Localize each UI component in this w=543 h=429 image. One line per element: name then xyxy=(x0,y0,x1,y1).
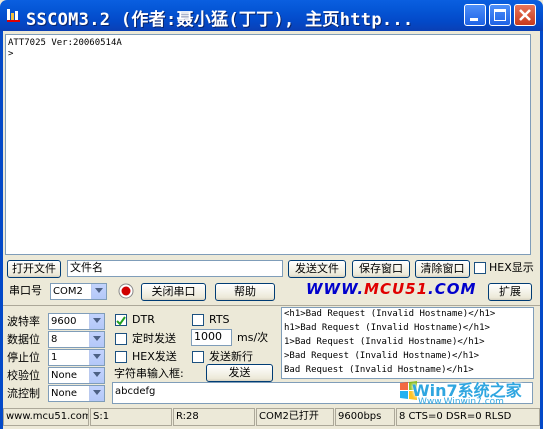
baud-select[interactable]: 9600 xyxy=(48,313,105,330)
interval-input[interactable]: 1000 xyxy=(191,329,232,346)
minimize-button[interactable] xyxy=(464,4,486,26)
response-line: <h1>Bad Request (Invalid Hostname)</h1> xyxy=(284,309,496,319)
flow-label: 流控制 xyxy=(7,387,40,400)
close-port-button[interactable]: 关闭串口 xyxy=(141,283,206,301)
flow-select[interactable]: None xyxy=(48,385,105,402)
help-button[interactable]: 帮助 xyxy=(215,283,275,301)
response-line: h1>Bad Request (Invalid Hostname)</h1> xyxy=(284,323,490,333)
send-button[interactable]: 发送 xyxy=(206,364,273,382)
hex-send-label: HEX发送 xyxy=(132,350,177,363)
chevron-down-icon xyxy=(89,368,104,383)
dtr-label: DTR xyxy=(132,313,155,326)
chevron-down-icon xyxy=(89,314,104,329)
response-line: Bad Request (Invalid Hostname)</h1> xyxy=(284,365,474,375)
interval-unit-label: ms/次 xyxy=(237,331,269,344)
status-bar: www.mcu51.com S:1 R:28 COM2已打开 9600bps 8… xyxy=(3,408,540,426)
response-line: 1>Bad Request (Invalid Hostname)</h1> xyxy=(284,337,485,347)
status-baud: 9600bps xyxy=(335,408,395,426)
expand-button[interactable]: 扩展 xyxy=(488,283,532,301)
send-file-button[interactable]: 发送文件 xyxy=(288,260,346,278)
filename-input[interactable]: 文件名 xyxy=(67,260,283,277)
response-list[interactable]: <h1>Bad Request (Invalid Hostname)</h1> … xyxy=(281,307,534,379)
status-sent-count: S:1 xyxy=(90,408,172,426)
input-label: 字符串输入框: xyxy=(114,367,184,380)
chevron-down-icon xyxy=(91,284,106,299)
clear-window-button[interactable]: 清除窗口 xyxy=(415,260,470,278)
port-value: COM2 xyxy=(53,286,83,297)
sscom-window: SSCOM3.2 (作者:聂小猛(丁丁), 主页http... ATT7025 … xyxy=(0,0,543,429)
baud-value: 9600 xyxy=(51,316,77,327)
rts-checkbox[interactable] xyxy=(192,314,204,326)
stopbits-label: 停止位 xyxy=(7,351,40,364)
stopbits-select[interactable]: 1 xyxy=(48,349,105,366)
stopbits-value: 1 xyxy=(51,352,58,363)
databits-label: 数据位 xyxy=(7,333,40,346)
status-port-state: COM2已打开 xyxy=(256,408,334,426)
receive-scrollbar[interactable] xyxy=(531,34,536,255)
receive-content: ATT7025 Ver:20060514A > xyxy=(8,38,122,60)
checkmark-icon xyxy=(116,316,126,326)
port-label: 串口号 xyxy=(9,284,42,297)
receive-textarea[interactable]: ATT7025 Ver:20060514A > xyxy=(5,34,531,255)
receive-line: ATT7025 Ver:20060514A xyxy=(8,38,122,48)
databits-select[interactable]: 8 xyxy=(48,331,105,348)
response-line: >Bad Request (Invalid Hostname)</h1> xyxy=(284,351,480,361)
receive-line: > xyxy=(8,49,14,59)
hex-display-checkbox[interactable] xyxy=(474,262,486,274)
send-newline-label: 发送新行 xyxy=(209,350,253,363)
save-window-button[interactable]: 保存窗口 xyxy=(352,260,410,278)
title-bar[interactable]: SSCOM3.2 (作者:聂小猛(丁丁), 主页http... xyxy=(0,0,543,31)
baud-label: 波特率 xyxy=(7,315,40,328)
databits-value: 8 xyxy=(51,334,58,345)
logo-part-red: MCU51 xyxy=(364,280,429,298)
timed-send-label: 定时发送 xyxy=(132,332,176,345)
flow-value: None xyxy=(51,388,78,399)
close-icon xyxy=(519,9,531,21)
dtr-checkbox[interactable] xyxy=(115,314,127,326)
port-select[interactable]: COM2 xyxy=(50,283,107,300)
mcu51-logo[interactable]: WWW.MCU51.COM xyxy=(306,280,476,298)
status-site[interactable]: www.mcu51.com xyxy=(3,408,89,426)
parity-value: None xyxy=(51,370,78,381)
hex-display-label: HEX显示 xyxy=(489,261,534,274)
send-newline-checkbox[interactable] xyxy=(192,351,204,363)
logo-part: WWW. xyxy=(306,280,365,298)
port-status-indicator-icon xyxy=(118,283,134,302)
window-title: SSCOM3.2 (作者:聂小猛(丁丁), 主页http... xyxy=(26,10,414,30)
parity-label: 校验位 xyxy=(7,369,40,382)
parity-select[interactable]: None xyxy=(48,367,105,384)
maximize-button[interactable] xyxy=(489,4,511,26)
maximize-icon xyxy=(494,9,506,21)
hex-send-checkbox[interactable] xyxy=(115,351,127,363)
minimize-icon xyxy=(470,18,478,21)
watermark-url: Www.Winwin7.com xyxy=(418,397,504,407)
chevron-down-icon xyxy=(89,386,104,401)
open-file-button[interactable]: 打开文件 xyxy=(7,260,61,278)
close-button[interactable] xyxy=(514,4,536,26)
app-icon xyxy=(6,7,22,23)
status-received-count: R:28 xyxy=(173,408,255,426)
chevron-down-icon xyxy=(89,350,104,365)
status-signals: 8 CTS=0 DSR=0 RLSD xyxy=(396,408,540,426)
rts-label: RTS xyxy=(209,313,230,326)
logo-part: .COM xyxy=(428,280,477,298)
timed-send-checkbox[interactable] xyxy=(115,333,127,345)
chevron-down-icon xyxy=(89,332,104,347)
